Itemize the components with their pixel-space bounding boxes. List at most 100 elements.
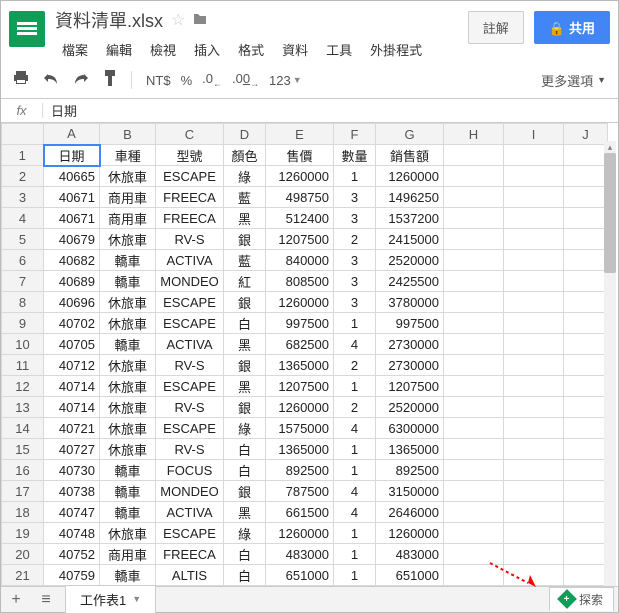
cell[interactable]: 休旅車 — [100, 292, 156, 313]
cell[interactable] — [504, 250, 564, 271]
cell[interactable]: FREECA — [156, 544, 224, 565]
cell[interactable] — [504, 208, 564, 229]
cell[interactable]: 40730 — [44, 460, 100, 481]
cell[interactable] — [564, 313, 608, 334]
cell[interactable]: 6300000 — [376, 418, 444, 439]
comment-button[interactable]: 註解 — [468, 11, 524, 44]
cell[interactable]: 商用車 — [100, 544, 156, 565]
menu-item[interactable]: 格式 — [231, 37, 271, 62]
cell[interactable]: 2 — [334, 229, 376, 250]
row-header[interactable]: 4 — [2, 208, 44, 229]
cell[interactable] — [564, 544, 608, 565]
cell[interactable]: 日期 — [44, 145, 100, 166]
cell[interactable]: FREECA — [156, 208, 224, 229]
menu-item[interactable]: 編輯 — [99, 37, 139, 62]
cell[interactable]: 1 — [334, 523, 376, 544]
cell[interactable]: RV-S — [156, 229, 224, 250]
menu-item[interactable]: 資料 — [275, 37, 315, 62]
cell[interactable]: 40671 — [44, 187, 100, 208]
cell[interactable]: 1260000 — [266, 166, 334, 187]
cell[interactable] — [504, 292, 564, 313]
cell[interactable]: 40752 — [44, 544, 100, 565]
cell[interactable]: RV-S — [156, 439, 224, 460]
cell[interactable] — [504, 313, 564, 334]
cell[interactable]: ESCAPE — [156, 376, 224, 397]
fx-label[interactable]: fx — [1, 103, 43, 118]
cell[interactable] — [504, 523, 564, 544]
cell[interactable]: 1260000 — [376, 523, 444, 544]
cell[interactable] — [504, 145, 564, 166]
cell[interactable]: 997500 — [376, 313, 444, 334]
star-icon[interactable]: ☆ — [171, 10, 185, 30]
all-sheets-button[interactable]: ≡ — [31, 587, 61, 613]
cell[interactable]: 2 — [334, 355, 376, 376]
cell[interactable]: RV-S — [156, 355, 224, 376]
row-header[interactable]: 13 — [2, 397, 44, 418]
cell[interactable] — [504, 544, 564, 565]
cell[interactable] — [564, 502, 608, 523]
row-header[interactable]: 20 — [2, 544, 44, 565]
cell[interactable]: ESCAPE — [156, 313, 224, 334]
row-header[interactable]: 1 — [2, 145, 44, 166]
row-header[interactable]: 7 — [2, 271, 44, 292]
row-header[interactable]: 9 — [2, 313, 44, 334]
cell[interactable] — [504, 460, 564, 481]
cell[interactable]: 2646000 — [376, 502, 444, 523]
cell[interactable]: 2520000 — [376, 397, 444, 418]
cell[interactable]: 休旅車 — [100, 418, 156, 439]
cell[interactable]: 綠 — [224, 166, 266, 187]
cell[interactable]: 休旅車 — [100, 397, 156, 418]
cell[interactable] — [444, 460, 504, 481]
paint-format-icon[interactable] — [103, 70, 117, 90]
cell[interactable]: 轎車 — [100, 460, 156, 481]
cell[interactable]: 1575000 — [266, 418, 334, 439]
cell[interactable]: 40747 — [44, 502, 100, 523]
cell[interactable]: 40712 — [44, 355, 100, 376]
select-all-corner[interactable] — [2, 124, 44, 145]
cell[interactable] — [504, 502, 564, 523]
cell[interactable] — [444, 481, 504, 502]
cell[interactable]: 黑 — [224, 208, 266, 229]
chevron-down-icon[interactable]: ▼ — [132, 594, 141, 604]
cell[interactable]: 1260000 — [376, 166, 444, 187]
currency-format[interactable]: NT$ — [146, 73, 171, 88]
cell[interactable] — [504, 376, 564, 397]
print-icon[interactable] — [13, 71, 29, 89]
cell[interactable]: MONDEO — [156, 271, 224, 292]
cell[interactable]: MONDEO — [156, 481, 224, 502]
cell[interactable]: 1260000 — [266, 397, 334, 418]
cell[interactable] — [504, 271, 564, 292]
cell[interactable] — [564, 565, 608, 586]
menu-item[interactable]: 檢視 — [143, 37, 183, 62]
cell[interactable]: 2 — [334, 397, 376, 418]
cell[interactable]: 2425500 — [376, 271, 444, 292]
column-header[interactable]: D — [224, 124, 266, 145]
cell[interactable]: 藍 — [224, 187, 266, 208]
cell[interactable] — [564, 208, 608, 229]
cell[interactable]: 白 — [224, 313, 266, 334]
cell[interactable]: 1 — [334, 376, 376, 397]
cell[interactable]: 892500 — [376, 460, 444, 481]
document-title[interactable]: 資料清單.xlsx — [55, 7, 163, 33]
cell[interactable]: 藍 — [224, 250, 266, 271]
cell[interactable] — [564, 292, 608, 313]
column-header[interactable]: B — [100, 124, 156, 145]
cell[interactable]: 綠 — [224, 418, 266, 439]
cell[interactable]: 數量 — [334, 145, 376, 166]
cell[interactable]: 40682 — [44, 250, 100, 271]
cell[interactable]: 661500 — [266, 502, 334, 523]
cell[interactable]: 40671 — [44, 208, 100, 229]
cell[interactable]: 黑 — [224, 502, 266, 523]
row-header[interactable]: 8 — [2, 292, 44, 313]
cell[interactable]: 1537200 — [376, 208, 444, 229]
cell[interactable]: 1207500 — [266, 376, 334, 397]
cell[interactable]: ESCAPE — [156, 523, 224, 544]
cell[interactable]: 4 — [334, 418, 376, 439]
decrease-decimal[interactable]: .0← — [202, 71, 222, 89]
cell[interactable]: 1 — [334, 565, 376, 586]
cell[interactable]: 型號 — [156, 145, 224, 166]
cell[interactable] — [504, 481, 564, 502]
cell[interactable]: 651000 — [266, 565, 334, 586]
cell[interactable]: 休旅車 — [100, 376, 156, 397]
cell[interactable]: 綠 — [224, 523, 266, 544]
